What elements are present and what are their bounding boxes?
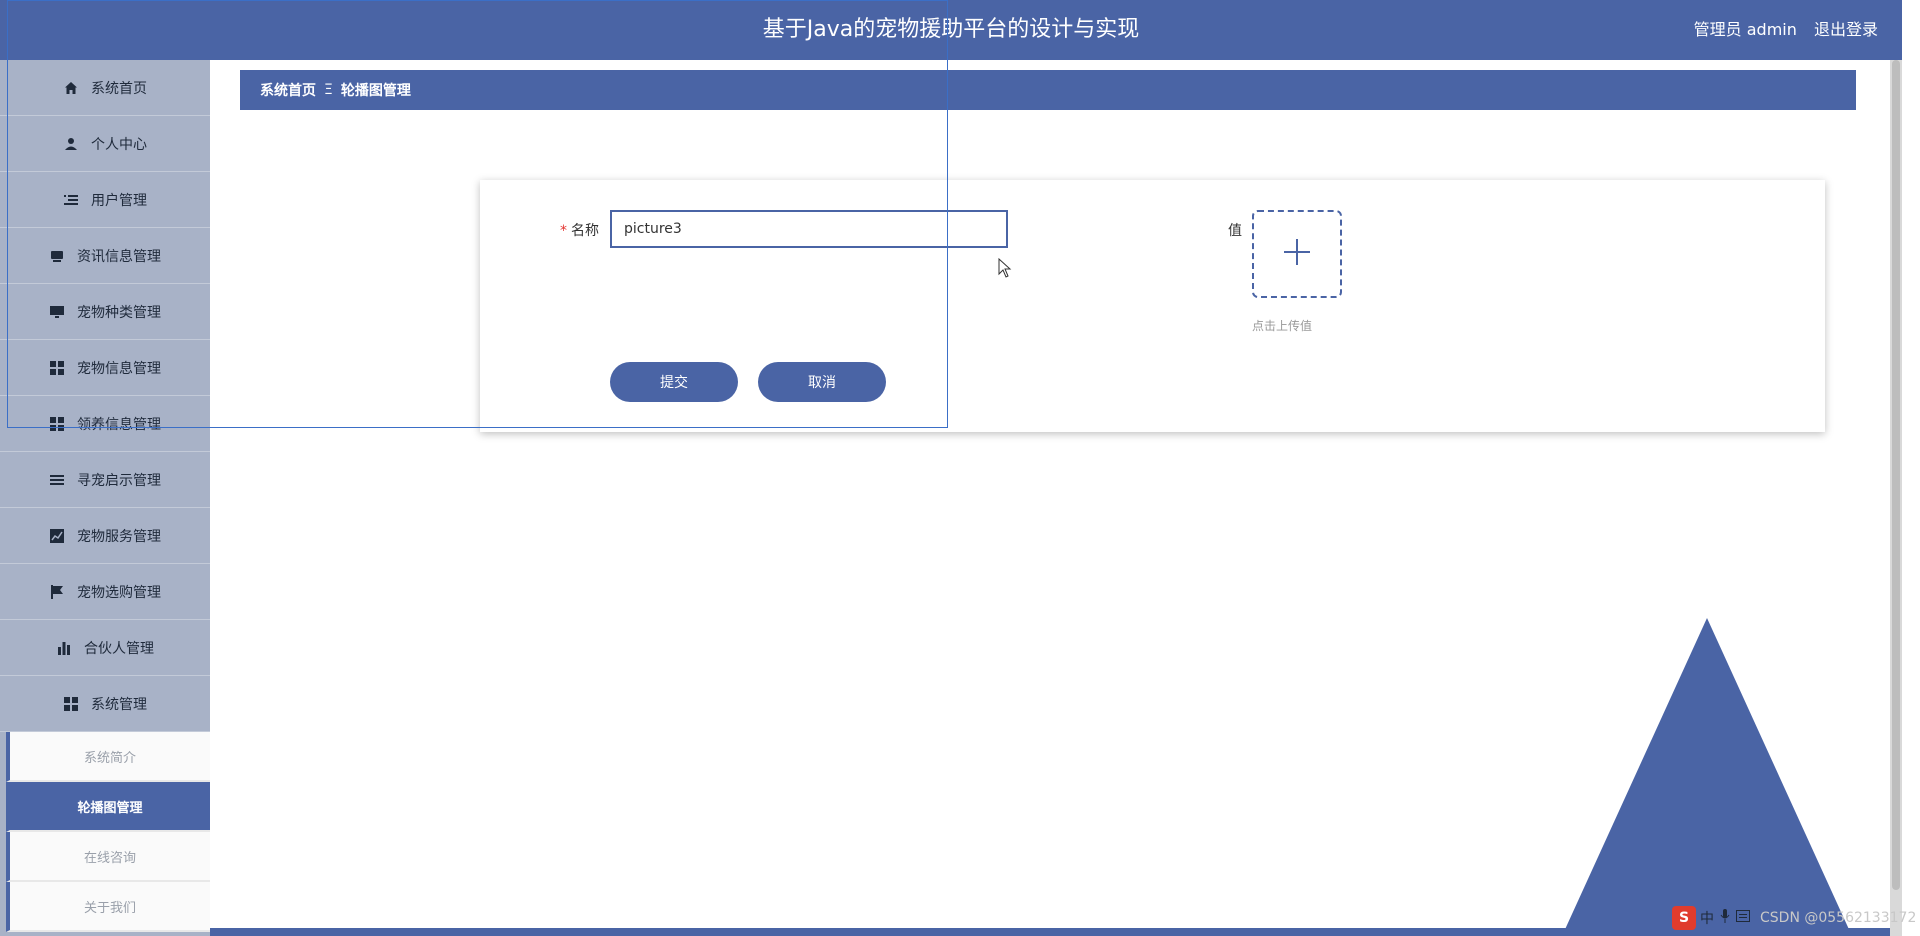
edit-form-card: *名称 值 点击上传值 提交 取消	[480, 180, 1825, 432]
mouse-cursor-icon	[998, 257, 1012, 282]
submenu-carousel-management[interactable]: 轮播图管理	[6, 782, 210, 832]
value-label: 值	[1228, 223, 1242, 239]
sidebar-item-label: 合伙人管理	[84, 640, 154, 657]
submenu-system-intro[interactable]: 系统简介	[6, 732, 210, 782]
name-label-text: 名称	[571, 223, 599, 239]
breadcrumb-current: 轮播图管理	[340, 83, 411, 99]
submenu-online-consult[interactable]: 在线咨询	[6, 832, 210, 882]
bar-chart-icon	[56, 640, 72, 656]
flag-icon	[49, 584, 65, 600]
sidebar-item-label: 领养信息管理	[77, 416, 161, 433]
monitor-icon	[49, 304, 65, 320]
lines-icon	[49, 472, 65, 488]
sidebar-item-pet-shopping[interactable]: 宠物选购管理	[0, 564, 210, 620]
breadcrumb-home-link[interactable]: 系统首页	[260, 80, 316, 100]
sidebar-item-label: 个人中心	[91, 136, 147, 153]
keyboard-icon[interactable]	[1736, 910, 1750, 926]
page-scrollbar[interactable]	[1890, 60, 1902, 936]
logout-button[interactable]: 退出登录	[1814, 20, 1878, 39]
scrollbar-thumb[interactable]	[1892, 60, 1900, 890]
sidebar-item-home[interactable]: 系统首页	[0, 60, 210, 116]
sidebar-item-label: 寻宠启示管理	[77, 472, 161, 489]
grid-icon	[63, 696, 79, 712]
name-input[interactable]	[610, 210, 1008, 248]
home-icon	[63, 80, 79, 96]
sidebar-item-label: 系统首页	[91, 80, 147, 97]
required-mark: *	[560, 223, 567, 239]
sidebar-item-label: 宠物服务管理	[77, 528, 161, 545]
csdn-watermark: CSDN @05562133172	[1760, 910, 1917, 926]
grid-icon	[49, 416, 65, 432]
top-header: 基于Java的宠物援助平台的设计与实现 管理员 admin 退出登录	[0, 0, 1902, 60]
decorative-triangle	[1562, 618, 1852, 936]
admin-user-label: 管理员 admin	[1693, 20, 1797, 39]
system-tray: S 中 CSDN @05562133172	[1672, 904, 1916, 932]
sidebar-item-users[interactable]: 用户管理	[0, 172, 210, 228]
image-upload-box[interactable]	[1252, 210, 1342, 298]
submenu-about-us[interactable]: 关于我们	[6, 882, 210, 932]
sidebar-item-partners[interactable]: 合伙人管理	[0, 620, 210, 676]
breadcrumb-separator: Ξ	[324, 82, 333, 98]
sidebar-item-label: 宠物信息管理	[77, 360, 161, 377]
breadcrumb: 系统首页 Ξ 轮播图管理	[240, 70, 1856, 110]
cancel-button[interactable]: 取消	[758, 362, 886, 402]
inbox-icon	[49, 248, 65, 264]
sidebar: 系统首页 个人中心 用户管理 资讯信息管理 宠物种类管理 宠物信息管理 领养信息…	[0, 60, 210, 936]
sidebar-item-system[interactable]: 系统管理	[0, 676, 210, 732]
sidebar-item-pet-types[interactable]: 宠物种类管理	[0, 284, 210, 340]
sidebar-item-label: 用户管理	[91, 192, 147, 209]
page-title: 基于Java的宠物援助平台的设计与实现	[762, 17, 1140, 42]
sidebar-item-label: 系统管理	[91, 696, 147, 713]
plus-icon	[1282, 237, 1312, 271]
ime-mode-label[interactable]: 中	[1700, 908, 1714, 928]
list-icon	[63, 192, 79, 208]
sidebar-item-label: 宠物种类管理	[77, 304, 161, 321]
sidebar-item-pet-services[interactable]: 宠物服务管理	[0, 508, 210, 564]
submit-button[interactable]: 提交	[610, 362, 738, 402]
sidebar-item-lost-pets[interactable]: 寻宠启示管理	[0, 452, 210, 508]
sidebar-item-pet-info[interactable]: 宠物信息管理	[0, 340, 210, 396]
grid-icon	[49, 360, 65, 376]
sidebar-item-news[interactable]: 资讯信息管理	[0, 228, 210, 284]
sidebar-item-profile[interactable]: 个人中心	[0, 116, 210, 172]
ime-logo-icon[interactable]: S	[1672, 906, 1696, 930]
sidebar-item-label: 资讯信息管理	[77, 248, 161, 265]
user-icon	[63, 136, 79, 152]
bottom-accent-bar	[210, 928, 1890, 936]
name-label: * 名称	[560, 220, 599, 240]
chart-line-icon	[49, 528, 65, 544]
microphone-icon[interactable]	[1720, 909, 1730, 927]
sidebar-item-label: 宠物选购管理	[77, 584, 161, 601]
user-area: 管理员 admin 退出登录	[1682, 0, 1878, 60]
upload-hint: 点击上传值	[1252, 319, 1313, 333]
sidebar-item-adoption[interactable]: 领养信息管理	[0, 396, 210, 452]
